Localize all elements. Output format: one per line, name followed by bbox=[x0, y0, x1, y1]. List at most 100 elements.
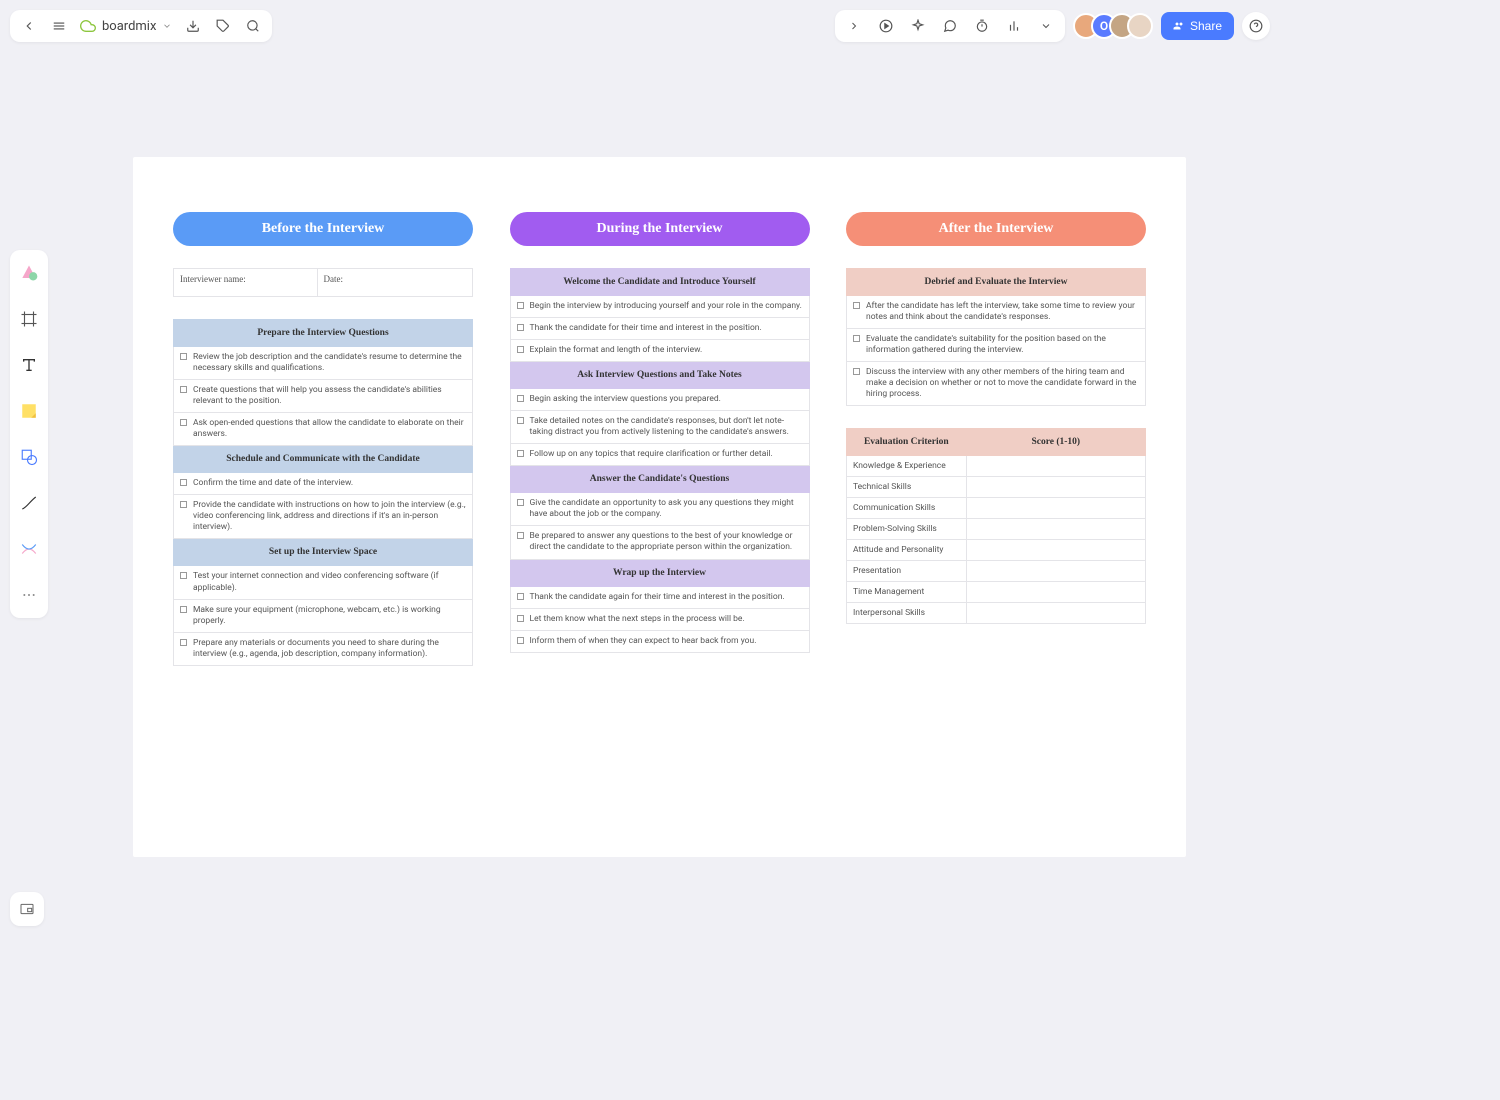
section-header[interactable]: Ask Interview Questions and Take Notes bbox=[510, 362, 809, 389]
column-title[interactable]: Before the Interview bbox=[173, 212, 473, 246]
eval-criterion[interactable]: Interpersonal Skills bbox=[847, 603, 967, 624]
checklist-item[interactable]: Provide the candidate with instructions … bbox=[174, 495, 473, 539]
eval-score-cell[interactable] bbox=[966, 540, 1145, 561]
checklist-item[interactable]: Begin the interview by introducing yours… bbox=[510, 296, 809, 318]
checklist-item[interactable]: Create questions that will help you asse… bbox=[174, 380, 473, 413]
evaluation-table[interactable]: Evaluation CriterionScore (1-10)Knowledg… bbox=[846, 428, 1146, 624]
eval-criterion[interactable]: Time Management bbox=[847, 582, 967, 603]
checklist-item[interactable]: Make sure your equipment (microphone, we… bbox=[174, 599, 473, 632]
checkbox[interactable] bbox=[853, 368, 860, 375]
checklist-item[interactable]: Explain the format and length of the int… bbox=[510, 340, 809, 362]
info-table[interactable]: Interviewer name: Date: bbox=[173, 268, 473, 297]
after-checklist[interactable]: Debrief and Evaluate the InterviewAfter … bbox=[846, 268, 1146, 406]
checkbox[interactable] bbox=[517, 499, 524, 506]
checkbox[interactable] bbox=[517, 615, 524, 622]
back-button[interactable] bbox=[16, 13, 42, 39]
column-title[interactable]: After the Interview bbox=[846, 212, 1146, 246]
minimap-button[interactable] bbox=[10, 892, 44, 926]
section-header[interactable]: Wrap up the Interview bbox=[510, 559, 809, 586]
section-header[interactable]: Set up the Interview Space bbox=[174, 539, 473, 566]
checklist-item[interactable]: Begin asking the interview questions you… bbox=[510, 389, 809, 411]
eval-criterion[interactable]: Attitude and Personality bbox=[847, 540, 967, 561]
checkbox[interactable] bbox=[517, 593, 524, 600]
checkbox[interactable] bbox=[180, 353, 187, 360]
checkbox[interactable] bbox=[517, 346, 524, 353]
sticky-note-tool[interactable] bbox=[14, 396, 44, 426]
checkbox[interactable] bbox=[517, 450, 524, 457]
eval-score-cell[interactable] bbox=[966, 498, 1145, 519]
checklist-item[interactable]: Take detailed notes on the candidate's r… bbox=[510, 411, 809, 444]
eval-criterion[interactable]: Presentation bbox=[847, 561, 967, 582]
share-button[interactable]: Share bbox=[1161, 12, 1234, 40]
before-checklist[interactable]: Prepare the Interview QuestionsReview th… bbox=[173, 319, 473, 666]
interviewer-name-field[interactable]: Interviewer name: bbox=[174, 269, 318, 297]
section-header[interactable]: Debrief and Evaluate the Interview bbox=[847, 269, 1146, 296]
checkbox[interactable] bbox=[517, 395, 524, 402]
checkbox[interactable] bbox=[853, 302, 860, 309]
more-tools[interactable] bbox=[14, 580, 44, 610]
eval-criterion[interactable]: Knowledge & Experience bbox=[847, 456, 967, 477]
shape-tool[interactable] bbox=[14, 442, 44, 472]
tag-button[interactable] bbox=[210, 13, 236, 39]
shapes-tool[interactable] bbox=[14, 258, 44, 288]
sparkle-button[interactable] bbox=[905, 13, 931, 39]
checklist-item[interactable]: Follow up on any topics that require cla… bbox=[510, 444, 809, 466]
text-tool[interactable] bbox=[14, 350, 44, 380]
checklist-item[interactable]: Prepare any materials or documents you n… bbox=[174, 632, 473, 665]
checkbox[interactable] bbox=[180, 419, 187, 426]
checklist-item[interactable]: Review the job description and the candi… bbox=[174, 347, 473, 380]
section-header[interactable]: Welcome the Candidate and Introduce Your… bbox=[510, 269, 809, 296]
eval-score-cell[interactable] bbox=[966, 603, 1145, 624]
checklist-item[interactable]: Thank the candidate for their time and i… bbox=[510, 318, 809, 340]
board-title[interactable]: boardmix bbox=[76, 18, 176, 34]
eval-criterion[interactable]: Problem-Solving Skills bbox=[847, 519, 967, 540]
checkbox[interactable] bbox=[517, 302, 524, 309]
checkbox[interactable] bbox=[180, 606, 187, 613]
chevron-right-icon[interactable] bbox=[841, 13, 867, 39]
pen-tool[interactable] bbox=[14, 488, 44, 518]
checkbox[interactable] bbox=[517, 324, 524, 331]
section-header[interactable]: Schedule and Communicate with the Candid… bbox=[174, 446, 473, 473]
comment-button[interactable] bbox=[937, 13, 963, 39]
checklist-item[interactable]: Discuss the interview with any other mem… bbox=[847, 362, 1146, 406]
checklist-item[interactable]: Let them know what the next steps in the… bbox=[510, 608, 809, 630]
checkbox[interactable] bbox=[180, 639, 187, 646]
checklist-item[interactable]: After the candidate has left the intervi… bbox=[847, 296, 1146, 329]
during-checklist[interactable]: Welcome the Candidate and Introduce Your… bbox=[510, 268, 810, 653]
play-button[interactable] bbox=[873, 13, 899, 39]
checkbox[interactable] bbox=[517, 637, 524, 644]
connector-tool[interactable] bbox=[14, 534, 44, 564]
frame-tool[interactable] bbox=[14, 304, 44, 334]
help-button[interactable] bbox=[1242, 12, 1270, 40]
collaborator-avatars[interactable]: O bbox=[1073, 13, 1153, 39]
checkbox[interactable] bbox=[180, 479, 187, 486]
checkbox[interactable] bbox=[180, 501, 187, 508]
checklist-item[interactable]: Be prepared to answer any questions to t… bbox=[510, 526, 809, 559]
checklist-item[interactable]: Confirm the time and date of the intervi… bbox=[174, 473, 473, 495]
eval-score-cell[interactable] bbox=[966, 582, 1145, 603]
eval-criterion[interactable]: Communication Skills bbox=[847, 498, 967, 519]
checklist-item[interactable]: Inform them of when they can expect to h… bbox=[510, 630, 809, 652]
chart-button[interactable] bbox=[1001, 13, 1027, 39]
checkbox[interactable] bbox=[180, 572, 187, 579]
checkbox[interactable] bbox=[517, 417, 524, 424]
whiteboard-canvas[interactable]: Before the Interview Interviewer name: D… bbox=[133, 157, 1186, 857]
checklist-item[interactable]: Test your internet connection and video … bbox=[174, 566, 473, 599]
eval-criterion[interactable]: Technical Skills bbox=[847, 477, 967, 498]
checklist-item[interactable]: Ask open-ended questions that allow the … bbox=[174, 413, 473, 446]
checkbox[interactable] bbox=[517, 532, 524, 539]
section-header[interactable]: Prepare the Interview Questions bbox=[174, 320, 473, 347]
eval-score-cell[interactable] bbox=[966, 477, 1145, 498]
checklist-item[interactable]: Give the candidate an opportunity to ask… bbox=[510, 493, 809, 526]
eval-score-cell[interactable] bbox=[966, 519, 1145, 540]
menu-button[interactable] bbox=[46, 13, 72, 39]
section-header[interactable]: Answer the Candidate's Questions bbox=[510, 466, 809, 493]
timer-button[interactable] bbox=[969, 13, 995, 39]
checkbox[interactable] bbox=[180, 386, 187, 393]
eval-score-cell[interactable] bbox=[966, 456, 1145, 477]
checklist-item[interactable]: Evaluate the candidate's suitability for… bbox=[847, 329, 1146, 362]
more-chevron-icon[interactable] bbox=[1033, 13, 1059, 39]
eval-score-cell[interactable] bbox=[966, 561, 1145, 582]
download-button[interactable] bbox=[180, 13, 206, 39]
date-field[interactable]: Date: bbox=[317, 269, 472, 297]
